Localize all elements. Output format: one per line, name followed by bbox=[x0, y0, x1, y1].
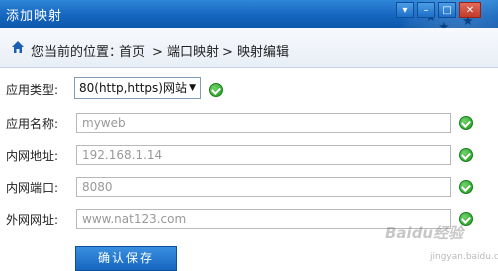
wan-address-label: 外网网址: bbox=[6, 213, 59, 227]
lan-port-input[interactable]: 8080 bbox=[76, 177, 451, 197]
app-type-value: 80(http,https)网站 bbox=[79, 81, 187, 95]
window-title: 添加映射 bbox=[6, 9, 63, 24]
breadcrumb: 您当前的位置： 首页 > 端口映射 > 映射编辑 bbox=[0, 28, 498, 68]
menu-dropdown-button[interactable]: ▾ bbox=[396, 2, 414, 18]
breadcrumb-mapping-edit: > 映射编辑 bbox=[222, 45, 290, 60]
chevron-down-icon: ▼ bbox=[189, 83, 196, 93]
baidu-watermark-url: jingyan.baidu.com bbox=[430, 252, 498, 262]
home-icon bbox=[12, 41, 24, 53]
title-bar: ★ ★ ★ ★ 添加映射 ▾ – □ ✕ bbox=[0, 0, 498, 28]
close-button[interactable]: ✕ bbox=[459, 2, 481, 18]
minimize-button[interactable]: – bbox=[417, 2, 435, 18]
star-icon: ★ bbox=[438, 20, 450, 28]
lan-port-label: 内网端口: bbox=[6, 181, 59, 195]
app-name-input[interactable]: myweb bbox=[76, 113, 451, 133]
breadcrumb-port-mapping-link[interactable]: > 端口映射 bbox=[152, 41, 219, 60]
breadcrumb-prefix: 您当前的位置： bbox=[31, 45, 123, 60]
valid-check-icon bbox=[459, 180, 473, 194]
save-button[interactable]: 确认保存 bbox=[75, 246, 177, 271]
breadcrumb-home-link[interactable]: 首页 bbox=[119, 41, 145, 60]
valid-check-icon bbox=[209, 83, 223, 97]
app-type-label: 应用类型: bbox=[6, 83, 59, 97]
app-name-label: 应用名称: bbox=[6, 117, 59, 131]
valid-check-icon bbox=[459, 116, 473, 130]
app-type-select[interactable]: 80(http,https)网站 ▼ bbox=[74, 77, 201, 99]
lan-address-input[interactable]: 192.168.1.14 bbox=[76, 145, 451, 165]
valid-check-icon bbox=[459, 148, 473, 162]
baidu-watermark: Baidu经验 bbox=[385, 224, 464, 242]
lan-address-label: 内网地址: bbox=[6, 149, 59, 163]
maximize-button[interactable]: □ bbox=[438, 2, 456, 18]
